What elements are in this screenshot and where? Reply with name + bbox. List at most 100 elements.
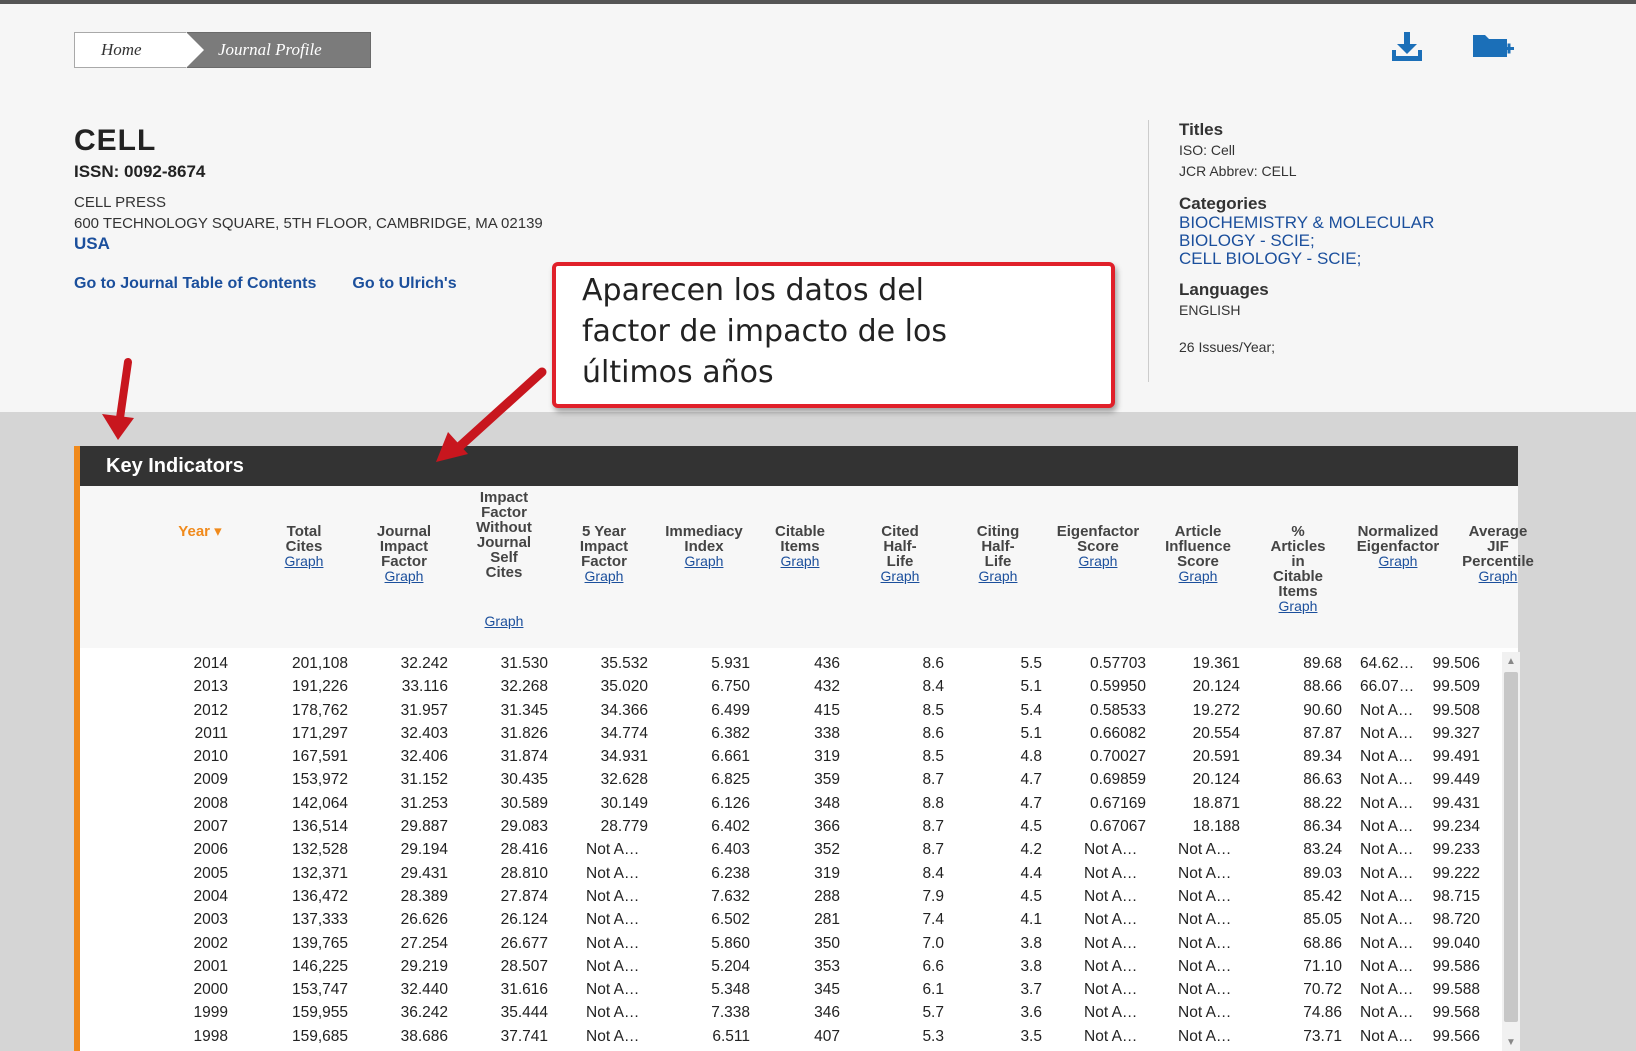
- table-cell: 31.826: [500, 724, 548, 742]
- table-cell: 71.10: [1303, 957, 1342, 975]
- column-header-label: Index: [684, 538, 724, 555]
- ulrichs-link[interactable]: Go to Ulrich's: [352, 275, 456, 293]
- column-header-label: Half-: [981, 538, 1015, 555]
- table-cell: Not A…: [1360, 724, 1414, 742]
- graph-link[interactable]: Graph: [958, 569, 1038, 584]
- column-header-10: Article Influence Score Graph: [1150, 524, 1246, 584]
- table-cell: Not A…: [586, 957, 640, 975]
- table-cell: 89.03: [1303, 864, 1342, 882]
- column-header-11: % Articles in Citable Items Graph: [1258, 524, 1338, 614]
- graph-link[interactable]: Graph: [760, 554, 840, 569]
- table-cell: 8.8: [922, 794, 944, 812]
- column-header-label: in: [1291, 553, 1305, 570]
- table-cell: 38.686: [400, 1027, 448, 1045]
- download-button[interactable]: [1385, 28, 1429, 64]
- table-scrollbar[interactable]: ▲ ▼: [1502, 652, 1520, 1051]
- table-cell: Not A…: [586, 981, 640, 999]
- table-cell: 32.403: [400, 724, 448, 742]
- table-row: 2008 142,064 31.253 30.589 30.149 6.126 348 8.8…: [80, 791, 1500, 816]
- table-row: 2010 167,591 32.406 31.874 34.931 6.661 319 8.5…: [80, 745, 1500, 769]
- table-cell: 5.3: [922, 1027, 944, 1045]
- annotation-callout: Aparecen los datos del factor de impacto…: [552, 262, 1115, 408]
- category-cell-biology-link[interactable]: CELL BIOLOGY - SCIE;: [1179, 250, 1488, 268]
- table-cell: Not A…: [1084, 1027, 1138, 1045]
- table-cell: Not A…: [586, 934, 640, 952]
- table-cell: 0.70027: [1089, 748, 1146, 766]
- graph-link[interactable]: Graph: [364, 569, 444, 584]
- graph-link[interactable]: Graph: [860, 569, 940, 584]
- table-cell: 171,297: [291, 724, 348, 742]
- table-cell: 2007: [193, 818, 228, 836]
- table-cell: 99.506: [1432, 655, 1480, 672]
- graph-link[interactable]: Graph: [462, 614, 546, 629]
- table-cell: Not A…: [1360, 1027, 1414, 1045]
- table-cell: 26.124: [500, 911, 548, 929]
- table-cell: 85.05: [1303, 911, 1342, 929]
- table-cell: 35.532: [600, 655, 648, 672]
- graph-link[interactable]: Graph: [269, 554, 339, 569]
- table-cell: 4.4: [1020, 864, 1042, 882]
- table-cell: 27.254: [400, 934, 448, 952]
- journal-toc-link[interactable]: Go to Journal Table of Contents: [74, 275, 316, 293]
- column-header-0[interactable]: Year ▾: [170, 524, 230, 539]
- table-cell: 2014: [193, 655, 228, 672]
- graph-link[interactable]: Graph: [1258, 599, 1338, 614]
- add-to-folder-button[interactable]: [1471, 28, 1515, 64]
- table-cell: Not A…: [1178, 934, 1232, 952]
- column-header-label: Factor: [581, 553, 627, 570]
- graph-link[interactable]: Graph: [1450, 569, 1546, 584]
- table-cell: 319: [814, 748, 840, 766]
- table-header: Year ▾ Total Cites Graph Journal Impact Factor…: [80, 486, 1534, 648]
- folder-add-icon: [1473, 35, 1514, 57]
- table-cell: 7.338: [711, 1004, 750, 1022]
- table-cell: 87.87: [1303, 724, 1342, 742]
- table-cell: Not A…: [1360, 748, 1414, 766]
- table-cell: 28.507: [500, 957, 548, 975]
- table-cell: 98.715: [1432, 887, 1480, 905]
- column-header-label: Impact: [579, 538, 629, 555]
- table-cell: 345: [814, 981, 840, 999]
- column-header-label: %: [1291, 523, 1305, 540]
- scroll-thumb[interactable]: [1504, 672, 1518, 1022]
- table-cell: 4.7: [1020, 771, 1042, 789]
- scroll-up-icon[interactable]: ▲: [1505, 656, 1517, 668]
- table-cell: 132,528: [291, 841, 348, 859]
- table-cell: 5.348: [711, 981, 750, 999]
- jcr-abbrev: JCR Abbrev: CELL: [1179, 163, 1297, 179]
- graph-link[interactable]: Graph: [1150, 569, 1246, 584]
- column-header-label: Items: [1278, 583, 1318, 600]
- category-biochemistry-link[interactable]: BIOCHEMISTRY & MOLECULAR BIOLOGY - SCIE;: [1179, 214, 1488, 250]
- table-cell: 6.499: [711, 701, 750, 719]
- table-cell: Not A…: [1360, 1004, 1414, 1022]
- language-value: ENGLISH: [1179, 302, 1241, 318]
- table-cell: 32.628: [600, 771, 648, 789]
- table-cell: 30.149: [600, 794, 648, 812]
- column-header-label: Citing: [976, 523, 1020, 540]
- column-header-13: Average JIF Percentile Graph: [1450, 524, 1546, 584]
- table-cell: 86.63: [1303, 771, 1342, 789]
- scroll-down-icon[interactable]: ▼: [1505, 1037, 1517, 1049]
- column-header-9: Eigenfactor Score Graph: [1048, 524, 1148, 569]
- table-cell: 99.588: [1432, 981, 1480, 999]
- table-cell: 2006: [193, 841, 228, 859]
- column-header-label: Cites: [285, 538, 323, 555]
- table-cell: 2001: [193, 957, 228, 975]
- table-cell: 35.444: [500, 1004, 548, 1022]
- column-header-label: Eigenfactor: [1056, 523, 1140, 540]
- breadcrumb-journal-profile: Journal Profile: [187, 32, 371, 68]
- table-cell: 0.67169: [1089, 794, 1146, 812]
- table-cell: Not A…: [1178, 981, 1232, 999]
- table-cell: 8.5: [922, 748, 944, 766]
- table-cell: Not A…: [1084, 1004, 1138, 1022]
- breadcrumb-home[interactable]: Home: [74, 32, 204, 68]
- table-cell: 7.632: [711, 887, 750, 905]
- table-cell: 153,972: [291, 771, 348, 789]
- iso-title: ISO: Cell: [1179, 142, 1236, 158]
- table-cell: 29.219: [400, 957, 448, 975]
- graph-link[interactable]: Graph: [654, 554, 754, 569]
- graph-link[interactable]: Graph: [564, 569, 644, 584]
- table-cell: 5.860: [711, 934, 750, 952]
- table-cell: 29.083: [500, 818, 548, 836]
- graph-link[interactable]: Graph: [1048, 554, 1148, 569]
- graph-link[interactable]: Graph: [1348, 554, 1448, 569]
